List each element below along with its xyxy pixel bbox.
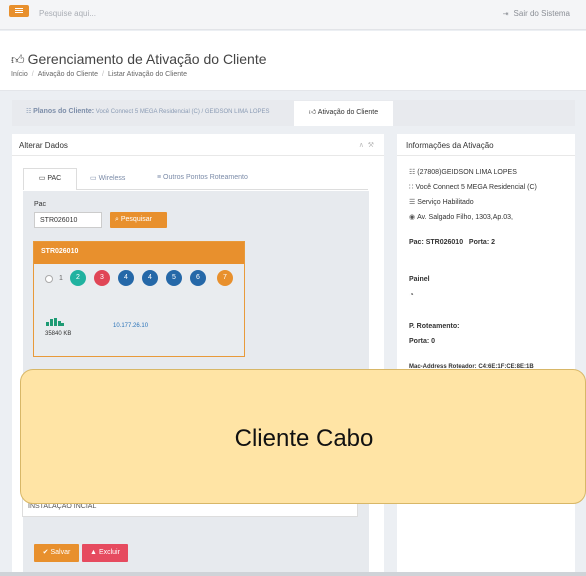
porta-label: Porta: 0 [409,338,436,345]
address-line: ◉ Av. Salgado Filho, 1303,Ap.03, [409,213,513,221]
delete-button-label: Excluir [98,549,120,556]
page-footer-strip [0,572,586,576]
signal-icon [46,318,64,326]
menu-toggle-button[interactable] [9,5,29,17]
panel-header: Alterar Dados ∧ ⚒ [12,134,384,156]
logout-link[interactable]: ⇥ Sair do Sistema [503,9,570,18]
save-button[interactable]: ✔ Salvar [34,544,79,562]
client-name: (27808)GEIDSON LIMA LOPES [417,169,517,176]
port-4[interactable]: 4 [118,270,134,286]
page-title: 👍︎ Gerenciamento de Ativação do Cliente [11,51,267,68]
top-bar: Pesquise aqui... ⇥ Sair do Sistema [0,0,586,30]
address: Av. Salgado Filho, 1303,Ap.03, [417,214,513,221]
users-icon: ☷ [409,169,416,176]
search-button[interactable]: ⌕ Pesquisar [110,212,167,228]
painel-label: Painel [409,276,430,283]
logout-icon: ⇥ [502,11,509,18]
tab-ativacao-cliente[interactable]: 👍︎ Ativação do Cliente [294,101,393,126]
ip-address[interactable]: 10.177.26.10 [113,323,148,329]
server-icon: ≡ [157,174,162,181]
tab-wireless-label: Wireless [98,175,126,182]
warning-icon: ▲ [90,549,97,556]
pac-card-title: STR026010 [34,242,244,264]
wifi-icon: ◔ [409,290,414,299]
cable-client-tooltip: Cliente Cabo [20,369,586,504]
plan-name: Você Connect 5 MEGA Residencial (C) [415,184,537,191]
port-2[interactable]: 2 [70,270,86,286]
port-5[interactable]: 5 [166,270,182,286]
client-line: ☷ (27808)GEIDSON LIMA LOPES [409,168,517,176]
page-title-text: Gerenciamento de Ativação do Cliente [27,51,267,67]
plan-tabs: ☷ Planos do Cliente: Você Connect 5 MEGA… [12,100,575,126]
plan-line: ∷ Você Connect 5 MEGA Residencial (C) [409,183,537,191]
sitemap-icon: ∷ [409,184,414,191]
laptop-icon: ▭ [38,175,46,182]
tab-wireless[interactable]: ▭ Wireless [90,174,125,182]
thumbs-up-icon: 👍︎ [308,109,317,116]
list-icon: ☰ [409,199,416,206]
breadcrumb-listar: Listar Ativação do Cliente [107,71,187,78]
pac-port-line: Pac: STR026010 Porta: 2 [409,239,495,246]
service-status: Serviço Habilitado [417,199,474,206]
pac-label: Pac [34,201,47,208]
panel-controls: ∧ ⚒ [359,141,374,149]
tab-planos-detail: Você Connect 5 MEGA Residencial (C) / GE… [95,109,270,115]
search-icon: ⌕ [115,216,119,223]
port-3[interactable]: 3 [94,270,110,286]
logout-label: Sair do Sistema [513,9,570,18]
roteamento-label: P. Roteamento: [409,323,460,330]
radio-number: 1 [59,275,63,282]
breadcrumb-ativacao[interactable]: Ativação do Cliente [38,71,98,78]
panel-title: Alterar Dados [19,141,68,150]
users-icon: ☷ [26,109,32,115]
wrench-icon[interactable]: ⚒ [368,142,374,149]
port-4b[interactable]: 4 [142,270,158,286]
service-line: ☰ Serviço Habilitado [409,198,474,206]
pac-input[interactable]: STR026010 [34,212,102,228]
save-button-label: Salvar [50,549,71,556]
info-panel-title: Informações da Ativação [397,134,575,156]
traffic-value: 35840 KB [45,331,72,337]
tooltip-text: Cliente Cabo [234,425,374,452]
hamburger-icon [15,8,23,9]
port-radio[interactable] [45,275,53,283]
port-7[interactable]: 7 [217,270,233,286]
breadcrumb: Início / Ativação do Cliente / Listar Ativaç… [11,71,187,78]
monitor-icon: ▭ [90,175,97,182]
search-button-label: Pesquisar [120,216,153,223]
tab-planos-label: Planos do Cliente: [33,108,95,115]
tab-planos-cliente[interactable]: ☷ Planos do Cliente: Você Connect 5 MEGA… [26,108,270,115]
collapse-icon[interactable]: ∧ [359,142,364,149]
page-header: 👍︎ Gerenciamento de Ativação do Cliente I… [0,31,586,91]
tab-ativacao-label: Ativação do Cliente [317,109,379,116]
port-6[interactable]: 6 [190,270,206,286]
tab-pac[interactable]: ▭ PAC [23,168,77,190]
pac-card: STR026010 1 2 3 4 4 5 6 7 35840 KB 10.17… [33,241,245,357]
tab-outros-label: Outros Pontos Roteamento [163,174,248,181]
activation-info-panel: Informações da Ativação ☷ (27808)GEIDSON … [397,134,575,576]
check-icon: ✔ [42,549,49,556]
tab-outros-pontos[interactable]: ≡ Outros Pontos Roteamento [157,174,248,181]
delete-button[interactable]: ▲ Excluir [82,544,128,562]
map-marker-icon: ◉ [409,214,416,221]
search-input[interactable]: Pesquise aqui... [39,9,96,18]
inner-tabs: ▭ PAC ▭ Wireless ≡ Outros Pontos Roteame… [23,168,368,190]
tab-pac-label: PAC [47,175,62,182]
thumbs-up-icon: 👍︎ [11,52,25,67]
breadcrumb-home[interactable]: Início [11,71,28,78]
